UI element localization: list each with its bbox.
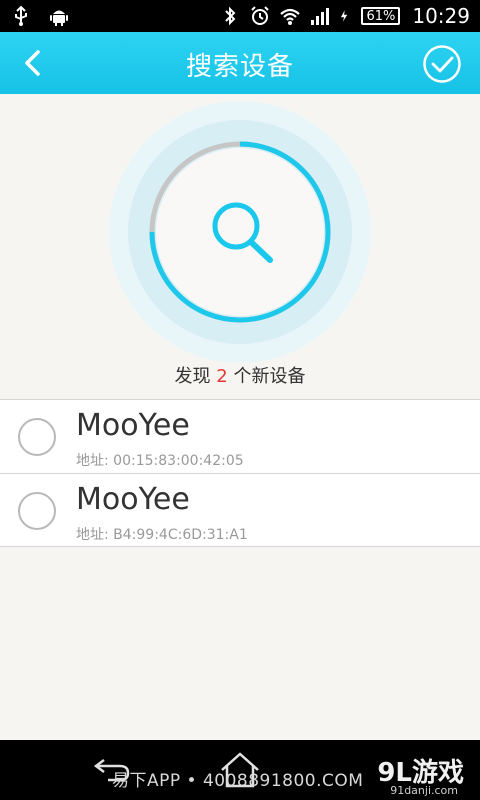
found-prefix: 发现 <box>174 366 211 387</box>
status-bar: 61% 10:29 <box>0 0 480 32</box>
found-suffix: 个新设备 <box>233 366 306 387</box>
battery-indicator: 61% <box>361 7 401 25</box>
found-devices-summary: 发现 2 个新设备 <box>0 362 480 388</box>
wifi-icon <box>280 8 301 25</box>
system-nav-bar: 易下APP • 4008891800.COM 9L游戏 91danji.com <box>0 740 480 800</box>
page-title: 搜索设备 <box>185 52 294 82</box>
device-row[interactable]: MooYee 地址: 00:15:83:00:42:05 <box>0 399 480 473</box>
charging-icon <box>341 10 348 22</box>
device-address: 地址: 00:15:83:00:42:05 <box>76 453 244 469</box>
bluetooth-icon <box>225 6 236 26</box>
watermark-text: 易下APP • 4008891800.COM <box>112 771 364 791</box>
device-address: 地址: B4:99:4C:6D:31:A1 <box>76 527 248 543</box>
device-select-radio[interactable] <box>18 492 56 530</box>
signal-icon <box>311 8 330 25</box>
android-icon <box>50 10 68 26</box>
alarm-icon <box>251 6 270 25</box>
device-name: MooYee <box>76 482 190 517</box>
watermark-site: 91danji.com <box>390 784 458 797</box>
device-list: MooYee 地址: 00:15:83:00:42:05 MooYee 地址: … <box>0 399 480 547</box>
usb-icon <box>15 5 27 26</box>
scan-center-disc <box>156 148 324 316</box>
status-clock: 10:29 <box>412 4 470 28</box>
scan-indicator <box>109 101 371 363</box>
device-select-radio[interactable] <box>18 418 56 456</box>
confirm-check-icon[interactable] <box>422 44 462 84</box>
device-row[interactable]: MooYee 地址: B4:99:4C:6D:31:A1 <box>0 473 480 547</box>
device-name: MooYee <box>76 408 190 443</box>
found-count: 2 <box>216 366 228 387</box>
app-header: 搜索设备 <box>0 32 480 94</box>
